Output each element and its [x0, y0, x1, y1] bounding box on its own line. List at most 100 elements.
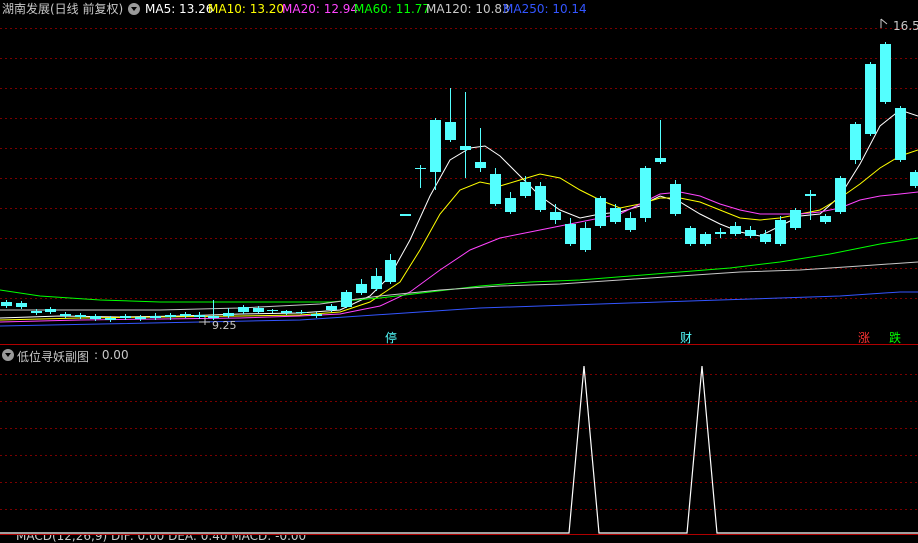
- candle-body: [90, 316, 101, 319]
- candle-body: [356, 284, 367, 293]
- candle-body: [850, 124, 861, 160]
- candle[interactable]: [685, 226, 696, 246]
- candle-body: [400, 214, 411, 216]
- candle-body: [253, 308, 264, 312]
- candle-body: [895, 108, 906, 160]
- candle[interactable]: [535, 182, 546, 212]
- candle[interactable]: [655, 120, 666, 164]
- candle[interactable]: [194, 312, 205, 319]
- candle[interactable]: [595, 196, 606, 228]
- candle-body: [475, 162, 486, 168]
- candle[interactable]: [715, 228, 726, 238]
- candle[interactable]: [895, 106, 906, 162]
- candle[interactable]: [700, 232, 711, 246]
- candle[interactable]: [135, 315, 146, 321]
- candle[interactable]: [281, 310, 292, 315]
- candle[interactable]: [610, 204, 621, 224]
- indicator-title[interactable]: 低位寻妖副图: [17, 348, 89, 365]
- indicator-dropdown-icon[interactable]: [2, 349, 14, 361]
- candle[interactable]: [208, 300, 219, 320]
- candle-body: [685, 228, 696, 244]
- ma120-line: [0, 261, 918, 311]
- candle-body: [805, 194, 816, 196]
- candle-body: [165, 315, 176, 317]
- finance-event-badge[interactable]: 财: [679, 331, 693, 345]
- candle-body: [520, 182, 531, 196]
- candle-body: [326, 306, 337, 310]
- indicator-header: 低位寻妖副图 : 0.00: [0, 347, 918, 365]
- candle[interactable]: [475, 128, 486, 172]
- candle-body: [281, 311, 292, 313]
- candle-body: [655, 158, 666, 162]
- candle-body: [910, 172, 918, 186]
- candle[interactable]: [850, 122, 861, 164]
- candle[interactable]: [311, 312, 322, 318]
- candle-body: [790, 210, 801, 228]
- candle-body: [625, 218, 636, 230]
- candle-body: [223, 313, 234, 316]
- candle[interactable]: [460, 92, 471, 178]
- limit-down-badge[interactable]: 跌: [888, 331, 902, 345]
- candle[interactable]: [267, 309, 278, 313]
- candle[interactable]: [775, 216, 786, 246]
- limit-up-badge[interactable]: 涨: [857, 331, 871, 345]
- candle-body: [565, 224, 576, 244]
- candle-body: [460, 146, 471, 150]
- candle-body: [610, 208, 621, 222]
- candle[interactable]: [445, 88, 456, 142]
- candle[interactable]: [550, 204, 561, 224]
- candle-body: [835, 178, 846, 212]
- candle-body: [75, 315, 86, 317]
- candle[interactable]: [745, 226, 756, 238]
- candle-body: [311, 314, 322, 316]
- candle-body: [580, 228, 591, 250]
- macd-header: MACD(12,26,9) DIF: 0.00 DEA: 0.40 MACD: …: [0, 535, 918, 543]
- candle[interactable]: [60, 312, 71, 318]
- candle-body: [45, 309, 56, 312]
- indicator-value: : 0.00: [94, 348, 129, 362]
- stop-event-badge[interactable]: 停: [384, 331, 398, 345]
- candle[interactable]: [1, 300, 12, 308]
- candle[interactable]: [835, 176, 846, 214]
- candle-body: [341, 292, 352, 307]
- candle-body: [60, 314, 71, 316]
- candle-body: [490, 174, 501, 204]
- candle[interactable]: [356, 279, 367, 295]
- candle-body: [730, 226, 741, 234]
- candle[interactable]: [400, 214, 411, 216]
- low-price-label: 9.25: [212, 319, 237, 332]
- candle-body: [150, 316, 161, 318]
- candle[interactable]: [580, 222, 591, 252]
- candle[interactable]: [505, 192, 516, 214]
- candle[interactable]: [625, 212, 636, 232]
- candle[interactable]: [16, 301, 27, 309]
- candle-body: [550, 212, 561, 220]
- price-gridlines: [0, 28, 918, 299]
- candle[interactable]: [910, 170, 918, 188]
- candle[interactable]: [730, 222, 741, 236]
- candle[interactable]: [565, 218, 576, 246]
- candle[interactable]: [820, 214, 831, 224]
- candle[interactable]: [385, 254, 396, 284]
- candle-body: [1, 302, 12, 306]
- candle-body: [385, 260, 396, 282]
- candle[interactable]: [670, 180, 681, 216]
- candle-body: [505, 198, 516, 212]
- candle[interactable]: [371, 268, 382, 291]
- candle[interactable]: [45, 307, 56, 314]
- candle[interactable]: [640, 166, 651, 222]
- candlestick-chart[interactable]: 16.5 9.25: [0, 0, 918, 345]
- candle-body: [445, 122, 456, 140]
- candle-body: [700, 234, 711, 244]
- ma250-line: [0, 291, 918, 327]
- candle[interactable]: [341, 290, 352, 308]
- candle[interactable]: [865, 62, 876, 136]
- candle[interactable]: [238, 305, 249, 314]
- candle[interactable]: [880, 42, 891, 104]
- candle-body: [105, 318, 116, 320]
- candle[interactable]: [790, 208, 801, 230]
- candle-body: [535, 186, 546, 210]
- candle[interactable]: [760, 230, 771, 244]
- candle[interactable]: [415, 165, 426, 188]
- candle[interactable]: [490, 168, 501, 206]
